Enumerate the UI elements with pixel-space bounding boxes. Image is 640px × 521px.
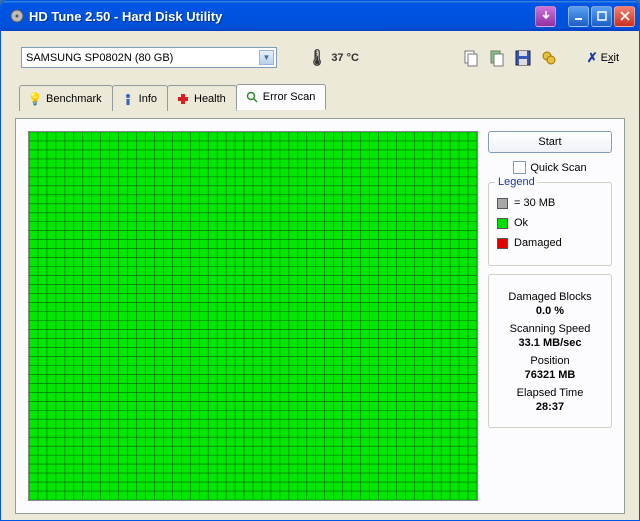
- start-button-label: Start: [538, 136, 561, 148]
- tab-info[interactable]: Info: [112, 85, 168, 111]
- scanning-speed-value: 33.1 MB/sec: [497, 337, 603, 349]
- tab-benchmark-label: Benchmark: [46, 93, 102, 105]
- temperature-value: 37 °C: [331, 52, 359, 64]
- side-column: Start Quick Scan Legend = 30 MB Ok: [488, 131, 612, 501]
- titlebar[interactable]: HD Tune 2.50 - Hard Disk Utility: [1, 1, 639, 31]
- legend-red-box: [497, 238, 508, 249]
- legend-ok-label: Ok: [514, 217, 528, 229]
- tab-health-label: Health: [194, 93, 226, 105]
- damaged-blocks-value: 0.0 %: [497, 305, 603, 317]
- stats-group: Damaged Blocks 0.0 % Scanning Speed 33.1…: [488, 274, 612, 428]
- toolbar: SAMSUNG SP0802N (80 GB) ▼ 🌡 37 °C ✗ Exit: [15, 41, 625, 74]
- app-window: HD Tune 2.50 - Hard Disk Utility SAMSUNG…: [0, 0, 640, 521]
- elapsed-time-value: 28:37: [497, 401, 603, 413]
- maximize-button[interactable]: [591, 6, 612, 27]
- position-label: Position: [497, 355, 603, 367]
- quick-scan-label: Quick Scan: [530, 162, 586, 174]
- temperature-display: 🌡 37 °C: [307, 48, 359, 68]
- toolbar-icons: [461, 48, 559, 68]
- legend-damaged: Damaged: [497, 237, 603, 249]
- chevron-down-icon: ▼: [259, 50, 274, 65]
- error-scan-icon: [245, 90, 259, 104]
- scan-grid: [29, 132, 477, 500]
- copy-screenshot-icon[interactable]: [487, 48, 507, 68]
- scanning-speed-label: Scanning Speed: [497, 323, 603, 335]
- options-icon[interactable]: [539, 48, 559, 68]
- drive-select[interactable]: SAMSUNG SP0802N (80 GB) ▼: [21, 47, 277, 68]
- damaged-blocks-label: Damaged Blocks: [497, 291, 603, 303]
- app-icon: [9, 8, 25, 24]
- benchmark-icon: 💡: [28, 92, 42, 106]
- exit-x-icon: ✗: [587, 50, 598, 66]
- tab-row: 💡 Benchmark Info Health Error Scan: [15, 84, 625, 110]
- legend-green-box: [497, 218, 508, 229]
- legend-block-size: = 30 MB: [497, 197, 603, 209]
- minimize-button[interactable]: [568, 6, 589, 27]
- close-button[interactable]: [614, 6, 635, 27]
- thermometer-icon: 🌡: [307, 48, 327, 68]
- scan-map: [28, 131, 478, 501]
- legend-ok: Ok: [497, 217, 603, 229]
- tab-panel: Start Quick Scan Legend = 30 MB Ok: [15, 118, 625, 514]
- health-icon: [176, 92, 190, 106]
- start-button[interactable]: Start: [488, 131, 612, 153]
- quick-scan-checkbox[interactable]: [513, 161, 526, 174]
- tab-health[interactable]: Health: [167, 85, 237, 111]
- legend-damaged-label: Damaged: [514, 237, 562, 249]
- save-icon[interactable]: [513, 48, 533, 68]
- legend-block-size-label: = 30 MB: [514, 197, 555, 209]
- content-area: SAMSUNG SP0802N (80 GB) ▼ 🌡 37 °C ✗ Exit…: [1, 31, 639, 520]
- info-icon: [121, 92, 135, 106]
- position-value: 76321 MB: [497, 369, 603, 381]
- elapsed-time-label: Elapsed Time: [497, 387, 603, 399]
- window-title: HD Tune 2.50 - Hard Disk Utility: [29, 9, 535, 24]
- legend-gray-box: [497, 198, 508, 209]
- legend-title: Legend: [495, 176, 538, 188]
- tab-benchmark[interactable]: 💡 Benchmark: [19, 85, 113, 111]
- tab-info-label: Info: [139, 93, 157, 105]
- legend-group: Legend = 30 MB Ok Damaged: [488, 182, 612, 266]
- drive-select-value: SAMSUNG SP0802N (80 GB): [26, 52, 259, 64]
- extra-button[interactable]: [535, 6, 556, 27]
- quick-scan-row: Quick Scan: [488, 161, 612, 174]
- copy-info-icon[interactable]: [461, 48, 481, 68]
- tab-error-scan[interactable]: Error Scan: [236, 84, 327, 110]
- exit-label: Exit: [601, 52, 619, 64]
- exit-button[interactable]: ✗ Exit: [587, 50, 619, 66]
- title-buttons: [535, 6, 635, 27]
- tab-error-scan-label: Error Scan: [263, 91, 316, 103]
